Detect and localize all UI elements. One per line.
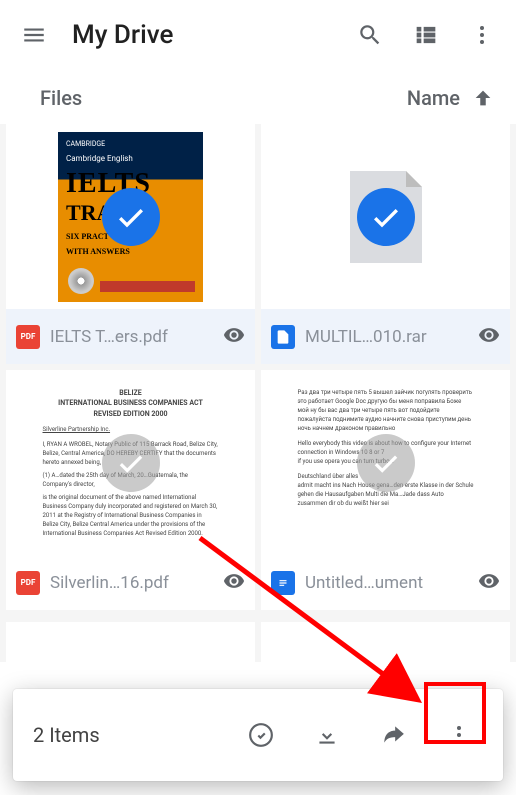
tile-footer: PDF Silverlin…16.pdf bbox=[6, 555, 255, 610]
visibility-icon[interactable] bbox=[478, 570, 500, 596]
selection-count-label: 2 Items bbox=[33, 723, 237, 747]
visibility-icon[interactable] bbox=[223, 324, 245, 350]
file-thumbnail: BELIZE INTERNATIONAL BUSINESS COMPANIES … bbox=[6, 370, 255, 555]
share-icon[interactable] bbox=[369, 711, 417, 759]
file-thumbnail: CAMBRIDGE Cambridge English IELTS TRA SI… bbox=[6, 124, 255, 309]
file-tile[interactable]: Раз два три четыре пять 5 вышел зайчик п… bbox=[261, 370, 510, 610]
files-label: Files bbox=[40, 86, 82, 110]
file-tile[interactable]: MULTIL…010.rar bbox=[261, 124, 510, 364]
check-icon bbox=[370, 201, 402, 233]
app-bar: My Drive bbox=[0, 0, 516, 70]
visibility-icon[interactable] bbox=[223, 570, 245, 596]
file-thumbnail: Раз два три четыре пять 5 вышел зайчик п… bbox=[261, 370, 510, 555]
tile-footer: Untitled…ument bbox=[261, 555, 510, 610]
section-header: Files Name bbox=[0, 70, 516, 124]
file-icon bbox=[271, 325, 295, 349]
sort-control[interactable]: Name bbox=[407, 86, 494, 110]
file-tile[interactable]: CAMBRIDGE Cambridge English IELTS TRA SI… bbox=[6, 124, 255, 364]
file-name: MULTIL…010.rar bbox=[305, 327, 468, 347]
check-icon bbox=[116, 448, 146, 478]
page-title: My Drive bbox=[72, 20, 356, 50]
more-options-icon[interactable] bbox=[468, 21, 496, 49]
selection-badge bbox=[102, 188, 160, 246]
download-icon[interactable] bbox=[303, 711, 351, 759]
tile-footer: MULTIL…010.rar bbox=[261, 309, 510, 364]
tile-footer: PDF IELTS T…ers.pdf bbox=[6, 309, 255, 364]
app-bar-actions bbox=[356, 21, 496, 49]
arrow-up-icon bbox=[472, 87, 494, 109]
view-toggle-icon[interactable] bbox=[412, 21, 440, 49]
tile-peek bbox=[261, 622, 510, 662]
check-icon bbox=[371, 448, 401, 478]
sheet-actions bbox=[237, 711, 483, 759]
selection-badge bbox=[357, 188, 415, 246]
pdf-icon: PDF bbox=[16, 325, 40, 349]
visibility-icon[interactable] bbox=[478, 324, 500, 350]
file-name: Silverlin…16.pdf bbox=[50, 573, 213, 593]
pdf-icon: PDF bbox=[16, 571, 40, 595]
search-icon[interactable] bbox=[356, 21, 384, 49]
hamburger-menu-icon[interactable] bbox=[20, 21, 48, 49]
file-name: IELTS T…ers.pdf bbox=[50, 327, 213, 347]
check-icon bbox=[115, 201, 147, 233]
sort-label: Name bbox=[407, 86, 460, 110]
offline-toggle-icon[interactable] bbox=[237, 711, 285, 759]
selection-badge bbox=[357, 434, 415, 492]
more-actions-icon[interactable] bbox=[435, 711, 483, 759]
selection-action-sheet: 2 Items bbox=[13, 689, 503, 781]
file-thumbnail bbox=[261, 124, 510, 309]
doc-icon bbox=[271, 571, 295, 595]
file-tile[interactable]: BELIZE INTERNATIONAL BUSINESS COMPANIES … bbox=[6, 370, 255, 610]
file-name: Untitled…ument bbox=[305, 573, 468, 593]
selection-badge bbox=[102, 434, 160, 492]
file-grid: CAMBRIDGE Cambridge English IELTS TRA SI… bbox=[0, 124, 516, 662]
tile-peek bbox=[6, 622, 255, 662]
